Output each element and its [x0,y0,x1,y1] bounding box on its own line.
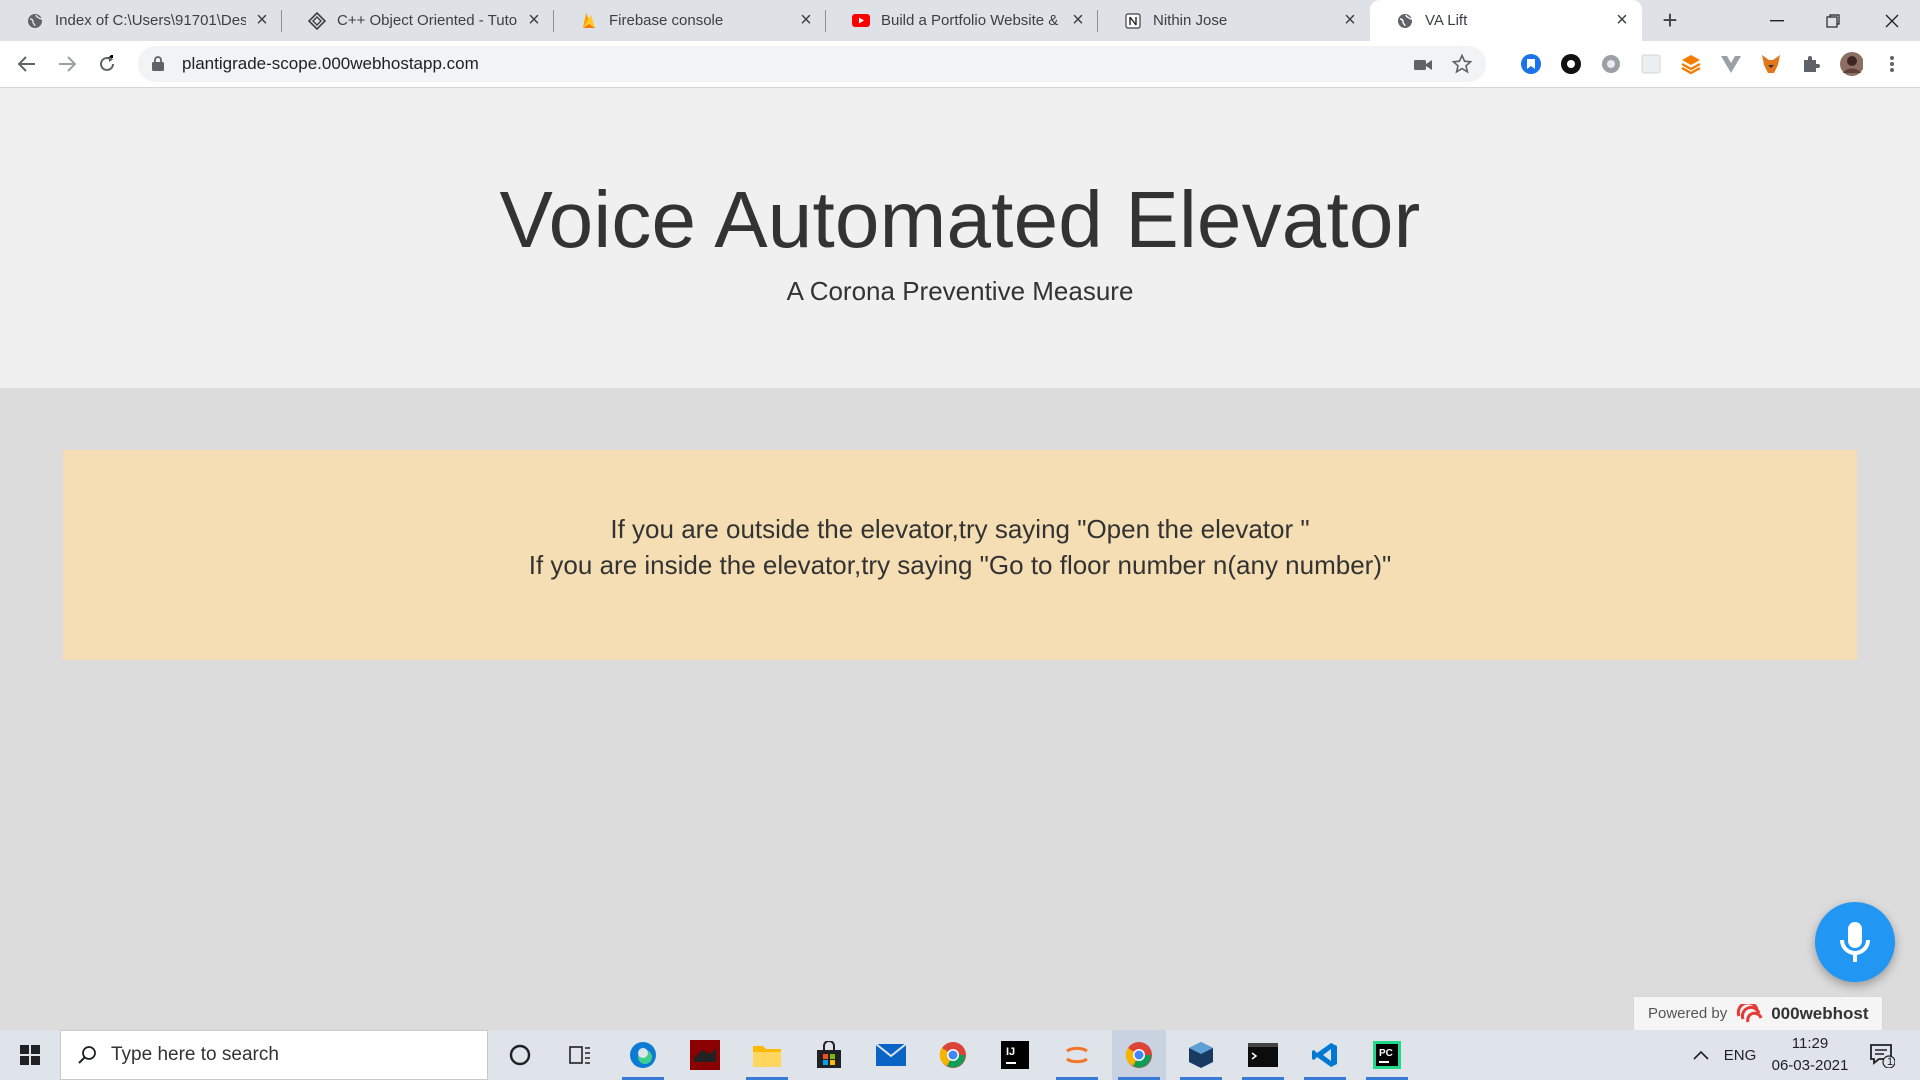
microphone-icon [1840,922,1870,962]
windows-taskbar: Type here to search IJ PC ENG 11:29 06-0… [0,1030,1920,1080]
forward-button[interactable] [52,49,82,79]
tab-close-icon[interactable]: × [1612,9,1632,31]
firebase-icon [580,12,598,30]
tab-title: VA Lift [1425,12,1468,29]
address-bar[interactable]: plantigrade-scope.000webhostapp.com [138,46,1486,82]
language-indicator[interactable]: ENG [1720,1030,1760,1080]
globe-icon [26,12,44,30]
lock-icon[interactable] [152,56,166,72]
layers-extension-icon[interactable] [1679,52,1703,76]
task-view-icon[interactable] [553,1030,607,1080]
tab-title: C++ Object Oriented - Tutorial [337,12,518,29]
clock-time: 11:29 [1791,1035,1829,1052]
intellij-icon[interactable]: IJ [988,1030,1042,1080]
tab-close-icon[interactable]: × [1340,9,1360,31]
tab-youtube[interactable]: Build a Portfolio Website & Deploy × [826,0,1098,41]
cortana-icon[interactable] [493,1030,547,1080]
vue-extension-icon[interactable] [1719,52,1743,76]
notion-icon [1124,12,1142,30]
profile-avatar[interactable] [1839,52,1863,76]
store-icon[interactable] [802,1030,856,1080]
camera-icon[interactable] [1414,58,1432,76]
terminal-icon[interactable] [1236,1030,1290,1080]
chrome-menu-icon[interactable] [1880,52,1904,76]
vscode-icon[interactable] [1298,1030,1352,1080]
record-extension-icon[interactable] [1559,52,1583,76]
edge-icon[interactable] [616,1030,670,1080]
svg-text:PC: PC [1379,1048,1393,1059]
notification-center-icon[interactable]: 1 [1862,1030,1902,1080]
mail-icon[interactable] [864,1030,918,1080]
notification-count: 1 [1887,1056,1894,1068]
chevron-up-icon[interactable] [1686,1030,1716,1080]
reload-button[interactable] [92,49,122,79]
clock[interactable]: 11:29 06-03-2021 [1762,1030,1858,1080]
globe-icon [1396,12,1414,30]
hint-outside-elevator: If you are outside the elevator,try sayi… [610,514,1310,544]
minimize-button[interactable] [1749,0,1805,41]
powered-by-brand: 000webhost [1771,1003,1869,1023]
back-button[interactable] [12,49,42,79]
file-explorer-icon[interactable] [740,1030,794,1080]
tab-close-icon[interactable]: × [796,9,816,31]
tab-cpp-tutorial[interactable]: C++ Object Oriented - Tutorial × [282,0,554,41]
url-text: plantigrade-scope.000webhostapp.com [182,54,479,73]
jupyter-icon[interactable] [1050,1030,1104,1080]
page-content: Voice Automated Elevator A Corona Preven… [0,88,1920,1030]
tab-title: Nithin Jose [1153,12,1228,29]
bookmark-star-icon[interactable] [1451,53,1473,79]
webhost-logo-icon [1735,1003,1765,1024]
grid-extension-icon[interactable] [1639,52,1663,76]
search-placeholder: Type here to search [111,1044,279,1065]
svg-text:IJ: IJ [1006,1046,1015,1058]
header-jumbotron: Voice Automated Elevator A Corona Preven… [0,88,1920,388]
powered-by-badge[interactable]: Powered by 000webhost [1633,996,1883,1030]
tab-index[interactable]: Index of C:\Users\91701\Desktop × [0,0,282,41]
metamask-fox-icon[interactable] [1759,52,1783,76]
search-icon [77,1045,97,1065]
youtube-icon [852,12,870,30]
page-subtitle: A Corona Preventive Measure [786,276,1134,306]
tab-title: Firebase console [609,12,724,29]
new-tab-button[interactable]: + [1656,5,1684,35]
settings-extension-icon[interactable] [1599,52,1623,76]
taskbar-search-box[interactable]: Type here to search [60,1030,488,1080]
hint-inside-elevator: If you are inside the elevator,try sayin… [528,550,1392,580]
game-app-icon[interactable] [678,1030,732,1080]
page-title: Voice Automated Elevator [499,175,1421,264]
instructions-box: If you are outside the elevator,try sayi… [63,450,1857,660]
tab-close-icon[interactable]: × [524,9,544,31]
chrome-icon[interactable] [926,1030,980,1080]
virtualbox-icon[interactable] [1174,1030,1228,1080]
clock-date: 06-03-2021 [1771,1057,1849,1074]
tab-close-icon[interactable]: × [252,9,272,31]
browser-tab-strip: Index of C:\Users\91701\Desktop × C++ Ob… [0,0,1920,41]
microphone-button[interactable] [1815,902,1895,982]
tab-va-lift[interactable]: VA Lift × [1370,0,1642,41]
pycharm-icon[interactable]: PC [1360,1030,1414,1080]
tab-firebase[interactable]: Firebase console × [554,0,826,41]
windows-start-icon[interactable] [3,1030,57,1080]
powered-by-label: Powered by [1648,1005,1728,1022]
tab-close-icon[interactable]: × [1068,9,1088,31]
chrome-active-icon[interactable] [1112,1030,1166,1080]
close-window-button[interactable] [1864,0,1920,41]
bookmark-extension-icon[interactable] [1519,52,1543,76]
tab-title: Build a Portfolio Website & Deploy [881,12,1062,29]
puzzle-extensions-icon[interactable] [1799,52,1823,76]
browser-toolbar: plantigrade-scope.000webhostapp.com [0,41,1920,88]
diamond-icon [308,11,326,30]
restore-button[interactable] [1805,0,1861,41]
tab-title: Index of C:\Users\91701\Desktop [55,12,246,29]
tab-nithin-jose[interactable]: Nithin Jose × [1098,0,1370,41]
